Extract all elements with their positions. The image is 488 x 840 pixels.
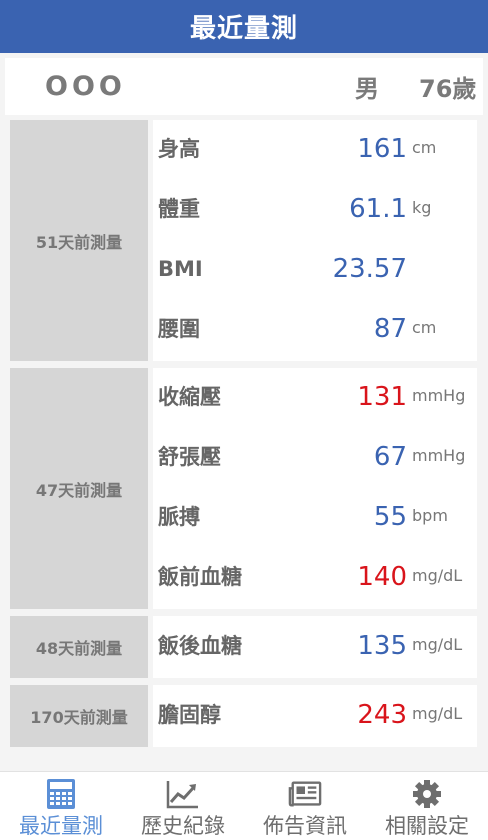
tab-settings[interactable]: 相關設定 <box>366 772 488 840</box>
tab-label: 相關設定 <box>385 814 469 838</box>
measurement-unit: mg/dL <box>412 566 463 585</box>
measurement-date-label: 47天前測量 <box>10 368 148 609</box>
measurement-list: 膽固醇 243 mg/dL <box>153 685 477 747</box>
tab-label: 佈告資訊 <box>263 814 347 838</box>
measurement-label: 身高 <box>158 137 200 161</box>
measurement-row-systolic[interactable]: 收縮壓 131 mmHg <box>153 368 477 427</box>
measurement-label: BMI <box>158 257 203 281</box>
measurement-value: 67 <box>373 442 407 472</box>
bottom-tab-bar: 最近量測 歷史紀錄 佈告資訊 相關設定 <box>0 771 488 840</box>
measurement-row-height[interactable]: 身高 161 cm <box>153 120 477 179</box>
measurement-unit: mg/dL <box>412 635 463 654</box>
measurement-row-weight[interactable]: 體重 61.1 kg <box>153 180 477 239</box>
measurement-value: 140 <box>357 562 407 592</box>
measurement-value: 61.1 <box>349 194 407 224</box>
measurement-unit: mmHg <box>412 386 466 405</box>
measurement-group-body: 51天前測量 身高 161 cm 體重 61.1 kg BMI 23.57 腰圍… <box>10 120 477 361</box>
measurement-value: 135 <box>357 631 407 661</box>
measurement-unit: cm <box>412 318 437 337</box>
measurement-row-diastolic[interactable]: 舒張壓 67 mmHg <box>153 428 477 487</box>
tab-news[interactable]: 佈告資訊 <box>244 772 366 840</box>
measurement-unit: cm <box>412 138 437 157</box>
newspaper-icon <box>288 778 322 810</box>
measurement-list: 收縮壓 131 mmHg 舒張壓 67 mmHg 脈搏 55 bpm 飯前血糖 … <box>153 368 477 609</box>
measurement-row-pulse[interactable]: 脈搏 55 bpm <box>153 488 477 547</box>
user-age: 76歲 <box>419 75 477 103</box>
measurement-list: 飯後血糖 135 mg/dL <box>153 616 477 678</box>
measurement-date-label: 170天前測量 <box>10 685 148 747</box>
measurement-value: 87 <box>373 314 407 344</box>
measurement-date-label: 48天前測量 <box>10 616 148 678</box>
tab-recent[interactable]: 最近量測 <box>0 772 122 840</box>
measurement-group-cholesterol: 170天前測量 膽固醇 243 mg/dL <box>10 685 477 747</box>
user-gender: 男 <box>355 75 379 103</box>
user-name: OOO <box>45 71 126 102</box>
page-title: 最近量測 <box>0 0 488 53</box>
measurement-row-cholesterol[interactable]: 膽固醇 243 mg/dL <box>153 686 477 745</box>
measurement-label: 膽固醇 <box>158 703 221 727</box>
measurement-label: 腰圍 <box>158 317 200 341</box>
measurement-value: 55 <box>373 502 407 532</box>
measurement-value: 23.57 <box>332 254 407 284</box>
calculator-icon <box>44 778 78 810</box>
measurement-unit: mmHg <box>412 446 466 465</box>
tab-label: 歷史紀錄 <box>141 814 225 838</box>
measurement-unit: kg <box>412 198 432 217</box>
measurement-label: 脈搏 <box>158 505 200 529</box>
measurement-unit: bpm <box>412 506 448 525</box>
measurement-row-postmeal-glucose[interactable]: 飯後血糖 135 mg/dL <box>153 617 477 676</box>
measurement-group-postmeal: 48天前測量 飯後血糖 135 mg/dL <box>10 616 477 678</box>
measurement-label: 飯後血糖 <box>158 634 242 658</box>
measurement-label: 收縮壓 <box>158 385 221 409</box>
measurement-unit: mg/dL <box>412 704 463 723</box>
measurement-row-bmi[interactable]: BMI 23.57 <box>153 240 477 299</box>
measurement-row-waist[interactable]: 腰圍 87 cm <box>153 300 477 359</box>
measurement-date-label: 51天前測量 <box>10 120 148 361</box>
tab-label: 最近量測 <box>19 814 103 838</box>
gear-icon <box>410 778 444 810</box>
measurement-label: 舒張壓 <box>158 445 221 469</box>
measurement-label: 飯前血糖 <box>158 565 242 589</box>
measurement-value: 243 <box>357 700 407 730</box>
measurement-label: 體重 <box>158 197 200 221</box>
measurement-value: 131 <box>357 382 407 412</box>
tab-history[interactable]: 歷史紀錄 <box>122 772 244 840</box>
measurement-value: 161 <box>357 134 407 164</box>
measurement-group-blood: 47天前測量 收縮壓 131 mmHg 舒張壓 67 mmHg 脈搏 55 bp… <box>10 368 477 609</box>
trend-chart-icon <box>166 778 200 810</box>
user-info-bar: OOO 男 76歲 <box>5 58 483 115</box>
measurement-row-fasting-glucose[interactable]: 飯前血糖 140 mg/dL <box>153 548 477 607</box>
measurement-list: 身高 161 cm 體重 61.1 kg BMI 23.57 腰圍 87 cm <box>153 120 477 361</box>
